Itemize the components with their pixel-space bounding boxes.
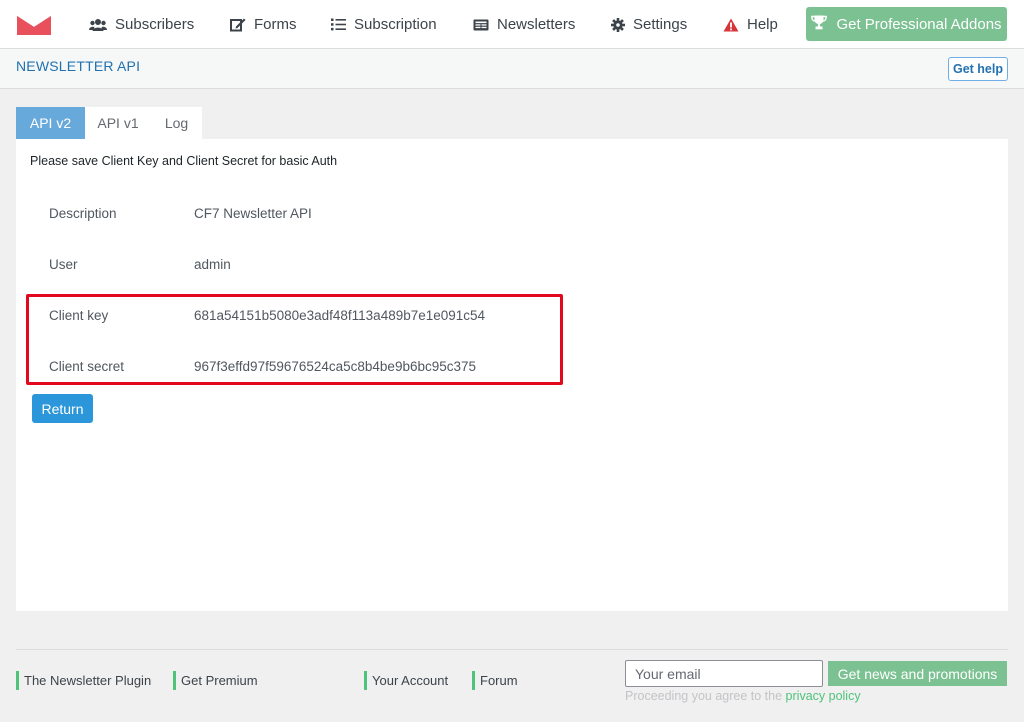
edit-icon (230, 17, 246, 32)
page-title: NEWSLETTER API (16, 58, 141, 74)
user-value: admin (194, 257, 231, 272)
api-panel: Please save Client Key and Client Secret… (16, 139, 1008, 611)
tab-api-v1[interactable]: API v1 (85, 107, 151, 139)
get-news-button[interactable]: Get news and promotions (828, 661, 1007, 686)
gear-icon (611, 17, 625, 32)
nav-subscribers[interactable]: Subscribers (89, 0, 194, 49)
auth-notice: Please save Client Key and Client Secret… (30, 154, 338, 168)
footer-link-forum[interactable]: Forum (472, 671, 518, 690)
client-key-label: Client key (49, 308, 109, 323)
envelope-logo-icon[interactable] (16, 14, 52, 36)
nav-forms-label: Forms (254, 16, 297, 33)
nav-newsletters[interactable]: Newsletters (473, 0, 575, 49)
return-button[interactable]: Return (32, 394, 93, 423)
privacy-notice-prefix: Proceeding you agree to the (625, 689, 783, 703)
client-secret-label: Client secret (49, 359, 125, 374)
top-navigation: Subscribers Forms Subscription Newslette… (0, 0, 1024, 49)
list-icon (331, 18, 346, 31)
footer-link-your-account[interactable]: Your Account (364, 671, 448, 690)
nav-newsletters-label: Newsletters (497, 16, 576, 33)
footer-link-get-premium[interactable]: Get Premium (173, 671, 258, 690)
email-input[interactable] (625, 660, 823, 687)
tab-api-v2[interactable]: API v2 (16, 107, 85, 139)
page-header: NEWSLETTER API Get help (0, 49, 1024, 89)
user-label: User (49, 257, 78, 272)
get-professional-addons-button[interactable]: Get Professional Addons (806, 7, 1007, 41)
footer-divider (16, 649, 1008, 650)
client-secret-value: 967f3effd97f59676524ca5c8b4be9b6bc95c375 (194, 359, 477, 374)
nav-help-label: Help (747, 16, 778, 33)
client-key-value: 681a54151b5080e3adf48f113a489b7e1e091c54 (194, 308, 486, 323)
nav-settings[interactable]: Settings (611, 0, 687, 49)
nav-subscribers-label: Subscribers (115, 16, 195, 33)
api-tabs: API v2 API v1 Log (16, 107, 202, 139)
newspaper-icon (473, 19, 489, 31)
footer-link-newsletter-plugin[interactable]: The Newsletter Plugin (16, 671, 151, 690)
nav-subscription-label: Subscription (354, 16, 437, 33)
description-value: CF7 Newsletter API (194, 206, 312, 221)
pro-button-label: Get Professional Addons (836, 15, 1002, 33)
tab-log[interactable]: Log (151, 107, 202, 139)
privacy-policy-link[interactable]: privacy policy (786, 689, 861, 703)
nav-forms[interactable]: Forms (230, 0, 297, 49)
get-help-button[interactable]: Get help (948, 57, 1008, 81)
trophy-icon (811, 15, 828, 34)
description-label: Description (49, 206, 117, 221)
users-icon (89, 18, 107, 32)
nav-subscription[interactable]: Subscription (331, 0, 437, 49)
nav-help[interactable]: Help (723, 0, 778, 49)
nav-settings-label: Settings (633, 16, 688, 33)
privacy-notice: Proceeding you agree to the privacy poli… (625, 689, 861, 703)
warning-icon (723, 18, 739, 32)
